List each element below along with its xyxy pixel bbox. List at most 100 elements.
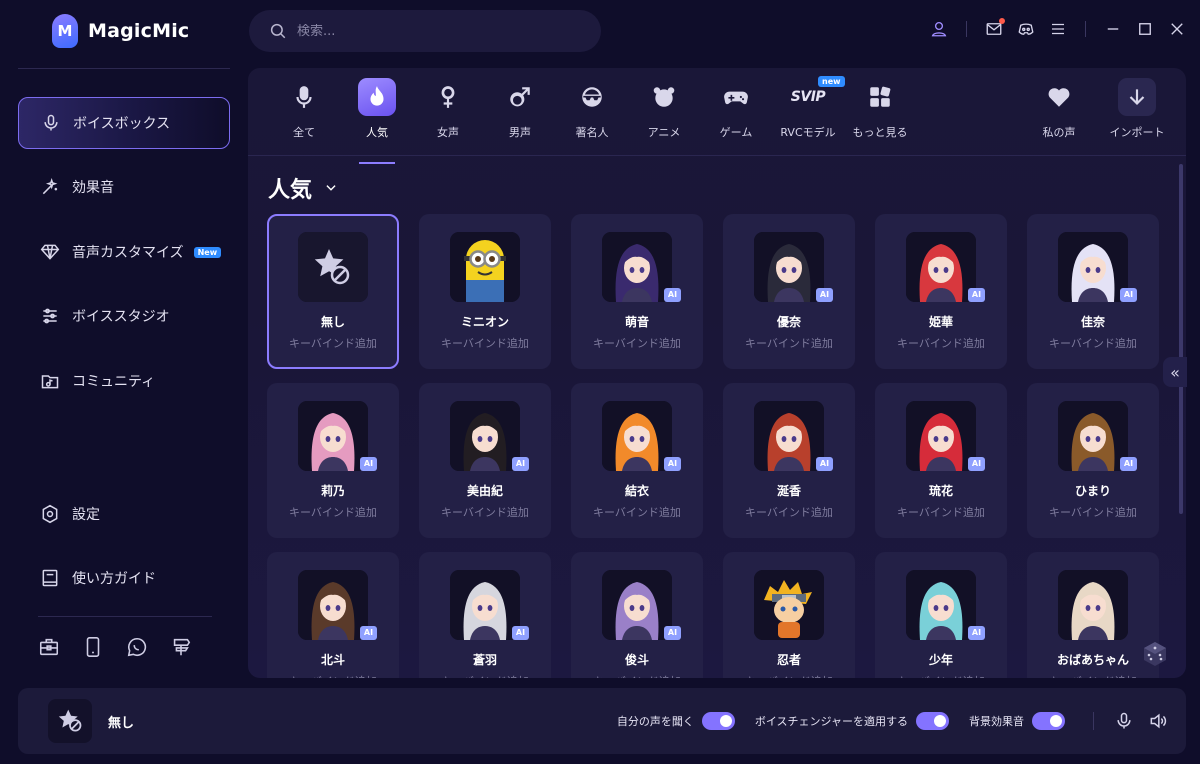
voice-card[interactable]: AI 結衣 キーバインド追加 — [571, 383, 703, 538]
voice-avatar — [602, 232, 672, 302]
add-keybind-link[interactable]: キーバインド追加 — [269, 335, 397, 351]
voice-card[interactable]: AI 美由紀 キーバインド追加 — [419, 383, 551, 538]
category-my-voice[interactable]: 私の声 — [1023, 78, 1095, 140]
voice-card[interactable]: AI 優奈 キーバインド追加 — [723, 214, 855, 369]
voice-avatar — [450, 232, 520, 302]
voice-card[interactable]: 無しキーバインド追加 — [267, 214, 399, 369]
bottom-bar: 無し 自分の声を聞く ボイスチェンジャーを適用する 背景効果音 — [18, 688, 1186, 754]
voice-card[interactable]: AI 涎香 キーバインド追加 — [723, 383, 855, 538]
voice-card[interactable]: AI 俊斗キーバインド追加 — [571, 552, 703, 678]
sidebar-item-settings[interactable]: 設定 — [18, 488, 230, 540]
category-male[interactable]: 男声 — [484, 78, 556, 140]
app-name: MagicMic — [88, 20, 190, 42]
add-keybind-link[interactable]: キーバインド追加 — [571, 504, 703, 520]
search-bar[interactable] — [249, 10, 601, 52]
toolbox-icon[interactable] — [38, 636, 60, 658]
new-badge: New — [193, 246, 222, 258]
user-icon[interactable] — [930, 20, 948, 38]
voice-avatar — [754, 570, 824, 640]
add-keybind-link[interactable]: キーバインド追加 — [419, 335, 551, 351]
hear-myself-toggle[interactable] — [701, 712, 735, 730]
sliders-icon — [43, 308, 57, 324]
voice-card[interactable]: 忍者キーバインド追加 — [723, 552, 855, 678]
add-keybind-link[interactable]: キーバインド追加 — [267, 504, 399, 520]
search-input[interactable] — [297, 23, 577, 39]
maximize-icon[interactable] — [1136, 20, 1154, 38]
voice-card[interactable]: おばあちゃんキーバインド追加 — [1027, 552, 1159, 678]
audio-controls — [1093, 711, 1168, 731]
mail-icon[interactable] — [985, 18, 1005, 38]
add-keybind-link[interactable]: キーバインド追加 — [723, 504, 855, 520]
voice-card[interactable]: AI 蒼羽キーバインド追加 — [419, 552, 551, 678]
category-celebrity[interactable]: 著名人 — [556, 78, 628, 140]
add-keybind-link[interactable]: キーバインド追加 — [571, 335, 703, 351]
voice-avatar — [450, 401, 520, 471]
voice-card[interactable]: AI 莉乃 キーバインド追加 — [267, 383, 399, 538]
voice-card[interactable]: AI 北斗キーバインド追加 — [267, 552, 399, 678]
category-all[interactable]: 全て — [268, 78, 340, 140]
current-voice-name: 無し — [108, 715, 135, 731]
sidebar-item-community[interactable]: コミュニティ — [18, 355, 230, 407]
scrollbar[interactable] — [1179, 164, 1183, 514]
category-bar: 全て 人気 女声 男声 著名人 アニメ ゲーム SVIP new RVCモデル … — [248, 68, 1186, 164]
background-effects-toggle[interactable] — [1032, 712, 1065, 730]
voice-avatar — [1058, 570, 1128, 640]
menu-icon[interactable] — [1049, 20, 1067, 38]
sidebar-item-label: コミュニティ — [72, 374, 156, 390]
voice-avatar — [602, 570, 672, 640]
male-icon — [510, 87, 530, 107]
close-icon[interactable] — [1168, 20, 1186, 38]
add-keybind-link[interactable]: キーバインド追加 — [875, 335, 1007, 351]
section-title[interactable]: 人気 — [268, 172, 338, 204]
add-keybind-link[interactable]: キーバインド追加 — [1027, 673, 1159, 678]
add-keybind-link[interactable]: キーバインド追加 — [571, 673, 703, 678]
category-female[interactable]: 女声 — [412, 78, 484, 140]
category-rvc-model[interactable]: SVIP new RVCモデル — [772, 76, 845, 140]
signpost-icon[interactable] — [170, 636, 192, 658]
add-keybind-link[interactable]: キーバインド追加 — [419, 673, 551, 678]
sidebar-divider — [18, 68, 230, 69]
voice-card[interactable]: AI 少年キーバインド追加 — [875, 552, 1007, 678]
category-anime[interactable]: アニメ — [628, 78, 700, 140]
voice-name: 無し — [320, 315, 345, 329]
svip-icon: SVIP — [790, 89, 826, 105]
voice-name: 萌音 — [624, 315, 649, 329]
add-keybind-link[interactable]: キーバインド追加 — [723, 673, 855, 678]
ai-badge: AI — [360, 457, 377, 471]
minimize-icon[interactable] — [1104, 20, 1122, 38]
category-game[interactable]: ゲーム — [700, 78, 772, 140]
voice-card[interactable]: AI 姫華 キーバインド追加 — [875, 214, 1007, 369]
add-keybind-link[interactable]: キーバインド追加 — [723, 335, 855, 351]
microphone-icon[interactable] — [1114, 711, 1134, 731]
speaker-icon[interactable] — [1148, 711, 1168, 731]
voice-name: 涎香 — [776, 484, 801, 498]
voice-card[interactable]: AI 佳奈 キーバインド追加 — [1027, 214, 1159, 369]
add-keybind-link[interactable]: キーバインド追加 — [1027, 335, 1159, 351]
add-keybind-link[interactable]: キーバインド追加 — [875, 673, 1007, 678]
voice-card[interactable]: AI 萌音 キーバインド追加 — [571, 214, 703, 369]
add-keybind-link[interactable]: キーバインド追加 — [875, 504, 1007, 520]
random-dice-icon[interactable] — [1141, 640, 1169, 668]
chat-icon[interactable] — [126, 636, 148, 658]
sidebar-item-voice-customize[interactable]: 音声カスタマイズ New — [18, 226, 230, 278]
add-keybind-link[interactable]: キーバインド追加 — [1027, 504, 1159, 520]
add-keybind-link[interactable]: キーバインド追加 — [419, 504, 551, 520]
apply-voice-changer-toggle[interactable] — [916, 712, 949, 730]
voice-card[interactable]: ミニオン キーバインド追加 — [419, 214, 551, 369]
collapse-panel-button[interactable]: « — [1163, 357, 1187, 387]
discord-icon[interactable] — [1017, 20, 1035, 38]
voice-card[interactable]: AI ひまり キーバインド追加 — [1027, 383, 1159, 538]
sidebar-item-guide[interactable]: 使い方ガイド — [18, 552, 230, 604]
category-import[interactable]: インポート — [1101, 78, 1173, 140]
voice-card[interactable]: AI 琉花 キーバインド追加 — [875, 383, 1007, 538]
category-popular[interactable]: 人気 — [341, 78, 413, 164]
add-keybind-link[interactable]: キーバインド追加 — [267, 673, 399, 678]
sidebar-item-voicebox[interactable]: ボイスボックス — [18, 97, 230, 149]
phone-icon[interactable] — [82, 636, 104, 658]
notification-dot — [999, 18, 1005, 24]
category-more[interactable]: もっと見る — [844, 78, 916, 140]
voice-name: 美由紀 — [466, 484, 503, 498]
sidebar-item-voice-studio[interactable]: ボイススタジオ — [18, 290, 230, 342]
sidebar-item-sound-effects[interactable]: 効果音 — [18, 161, 230, 213]
category-label: 男声 — [509, 126, 531, 139]
